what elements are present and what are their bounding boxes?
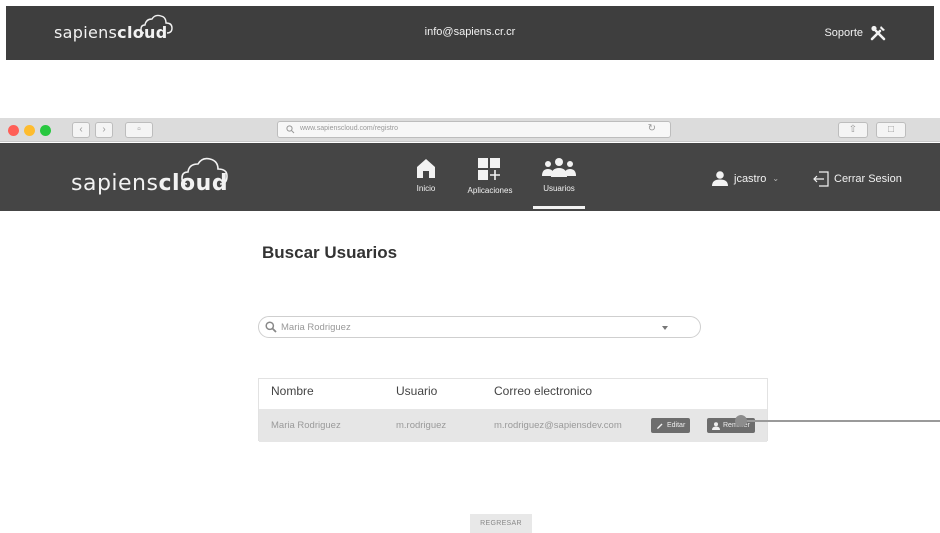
users-icon (542, 158, 576, 177)
cell-correo: m.rodriguez@sapiensdev.com (494, 420, 622, 431)
user-search-field[interactable]: Maria Rodriguez (258, 316, 701, 338)
share-button[interactable]: ⇧ (838, 122, 868, 138)
table-header: Nombre Usuario Correo electronico (259, 379, 767, 409)
annotation-marker (735, 415, 747, 427)
close-window-button[interactable] (8, 125, 19, 136)
reload-icon[interactable]: ↻ (648, 123, 656, 134)
app-header: sapienscloud Inicio Aplicaciones Usuario… (0, 143, 940, 211)
user-icon (712, 171, 728, 186)
logout-button[interactable]: Cerrar Sesion (813, 171, 902, 187)
support-link[interactable]: Soporte (824, 25, 886, 41)
user-name: jcastro (734, 172, 767, 185)
nav-inicio[interactable]: Inicio (410, 157, 442, 193)
user-icon (712, 421, 720, 430)
nav-aplicaciones[interactable]: Aplicaciones (461, 157, 519, 195)
minimize-window-button[interactable] (24, 125, 35, 136)
annotation-line (741, 420, 940, 422)
column-header-nombre: Nombre (271, 384, 314, 398)
top-bar: sapienscloud info@sapiens.cr.cr Soporte (6, 6, 934, 60)
logout-label: Cerrar Sesion (834, 173, 902, 185)
column-header-usuario: Usuario (396, 384, 438, 398)
tabs-button[interactable]: □ (876, 122, 906, 138)
maximize-window-button[interactable] (40, 125, 51, 136)
nav-usuarios[interactable]: Usuarios (533, 157, 585, 193)
url-text: www.sapienscloud.com/registro (300, 125, 399, 132)
forward-nav-button[interactable]: › (95, 122, 113, 138)
nav-aplicaciones-label: Aplicaciones (467, 186, 513, 195)
edit-user-button[interactable]: Editar (651, 418, 691, 433)
search-icon (286, 125, 295, 134)
nav-inicio-label: Inicio (416, 184, 436, 193)
edit-user-label: Editar (667, 422, 686, 429)
nav-usuarios-label: Usuarios (543, 184, 575, 193)
search-input-value: Maria Rodriguez (281, 322, 351, 333)
back-nav-button[interactable]: ‹ (72, 122, 90, 138)
column-header-correo: Correo electronico (494, 384, 593, 398)
cell-nombre: Maria Rodriguez (271, 420, 341, 431)
apps-icon (478, 158, 500, 180)
contact-email[interactable]: info@sapiens.cr.cr (6, 26, 934, 38)
chevron-down-icon: ⌄ (772, 174, 780, 183)
table-row[interactable]: Maria Rodriguez m.rodriguez m.rodriguez@… (259, 409, 767, 442)
logout-icon (813, 171, 829, 187)
support-label: Soporte (824, 27, 863, 39)
cloud-logo-icon (181, 157, 228, 185)
pencil-icon (657, 423, 663, 429)
sidebar-toggle-button[interactable]: ▫ (125, 122, 153, 138)
home-icon (417, 159, 435, 178)
browser-chrome: ‹ › ▫ www.sapienscloud.com/registro ↻ ⇧ … (0, 118, 940, 142)
url-bar[interactable]: www.sapienscloud.com/registro ↻ (277, 121, 671, 138)
active-nav-indicator (533, 206, 585, 209)
search-icon (265, 321, 277, 333)
back-button[interactable]: REGRESAR (470, 514, 532, 533)
page-title: Buscar Usuarios (262, 243, 398, 262)
dropdown-caret-icon[interactable] (662, 326, 668, 330)
cell-usuario: m.rodriguez (396, 420, 447, 431)
tools-icon (870, 25, 886, 41)
user-menu[interactable]: jcastro ⌄ (712, 171, 779, 186)
app-logo-light: sapiens (71, 171, 159, 196)
users-table: Nombre Usuario Correo electronico Maria … (258, 378, 768, 442)
